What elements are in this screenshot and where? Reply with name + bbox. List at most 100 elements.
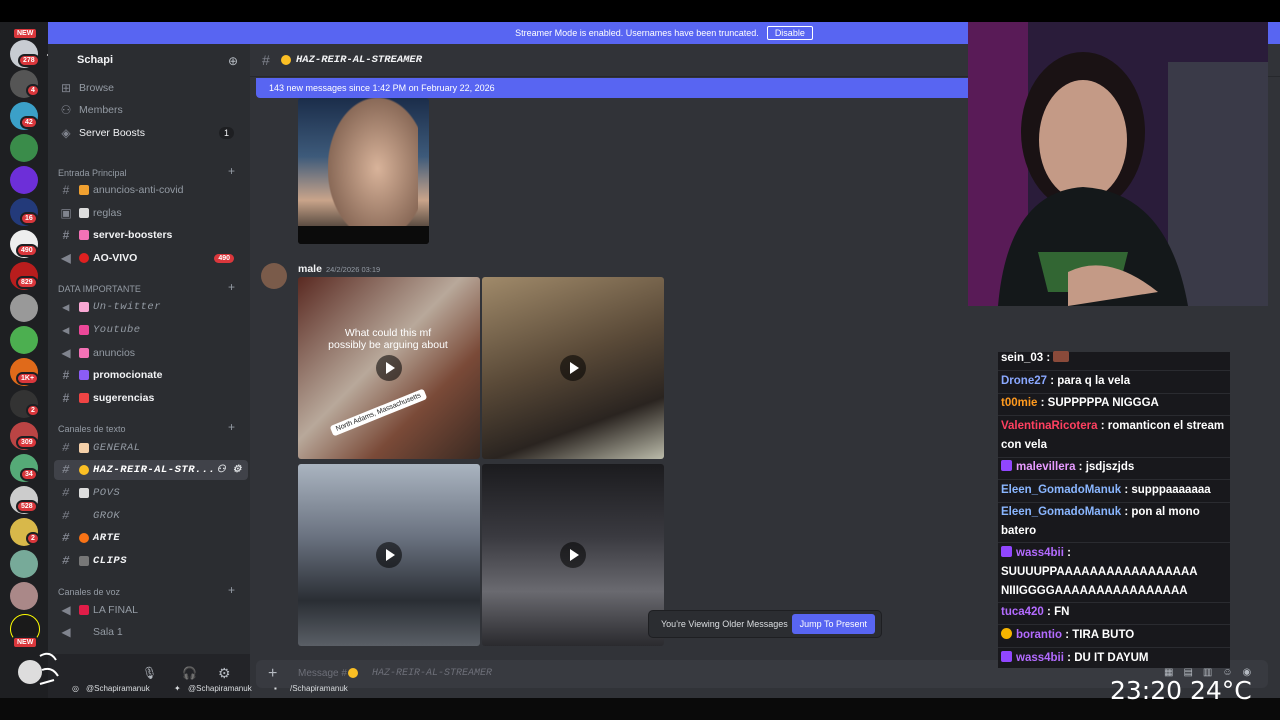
voice-channel-sala-1[interactable]: ◀ Sala 1: [48, 622, 248, 642]
add-channel-icon[interactable]: +: [228, 583, 235, 597]
channel-label: server-boosters: [93, 229, 173, 241]
add-member-icon[interactable]: ⊕: [228, 54, 238, 68]
video-attachment[interactable]: [482, 277, 664, 459]
chat-user: t00mie: [1001, 397, 1038, 409]
server-badge: 829: [16, 276, 38, 289]
server-badge: 4: [26, 84, 40, 97]
channel-arte[interactable]: # ARTE: [48, 528, 248, 548]
megaphone-icon: ◀: [61, 346, 71, 360]
message-author[interactable]: male: [298, 263, 322, 275]
channel-anuncios[interactable]: ◀ anuncios: [48, 343, 248, 363]
channel-ao-vivo[interactable]: ◀ AO-VIVO 490: [48, 248, 248, 268]
server-rail: NEW 278 4 42 16 490 829 1K+ 2 309 34 528…: [0, 22, 48, 698]
category-canales-de-voz[interactable]: Canales de voz: [58, 587, 120, 597]
chat-text: jsdjszjds: [1085, 461, 1135, 473]
channel-label: POVS: [93, 487, 121, 499]
avatar[interactable]: [261, 263, 287, 289]
server-icon[interactable]: [10, 134, 38, 162]
chat-text: para q la vela: [1057, 375, 1131, 387]
browse-label: Browse: [79, 82, 115, 94]
add-channel-icon[interactable]: +: [228, 280, 235, 294]
server-name[interactable]: Schapi: [48, 50, 248, 70]
channel-sidebar: Schapi ⊕ ⊞ Browse ⚇ Members ◈ Server Boosts…: [48, 44, 250, 654]
play-icon[interactable]: [376, 542, 402, 568]
chat-user: Drone27: [1001, 375, 1048, 387]
server-boosts-label: Server Boosts: [79, 127, 145, 139]
chat-user: ValentinaRicotera: [1001, 420, 1098, 432]
add-channel-icon[interactable]: +: [228, 420, 235, 434]
add-attachment-icon[interactable]: +: [268, 665, 277, 683]
channel-label: GROK: [93, 510, 121, 522]
server-icon[interactable]: [10, 166, 38, 194]
channel-general[interactable]: # GENERAL: [48, 438, 248, 458]
server-icon[interactable]: [10, 326, 38, 354]
chat-user: malevillera: [1016, 461, 1076, 473]
server-badge: 2: [26, 404, 40, 417]
server-badge: 278: [18, 54, 40, 67]
server-icon[interactable]: [10, 582, 38, 610]
webcam-overlay: [968, 22, 1268, 306]
channel-label: Un-twitter: [93, 301, 162, 313]
boosts-count: 1: [218, 127, 234, 139]
stream-chat-message: t00mie : SUPPPPPA NIGGGA: [1001, 397, 1159, 409]
embedded-image-face[interactable]: [298, 98, 429, 244]
add-channel-icon[interactable]: +: [228, 164, 235, 178]
channel-youtube[interactable]: ◀ Youtube: [48, 320, 248, 340]
laugh-emoji-icon: [281, 55, 291, 65]
channel-grok[interactable]: # GROK: [48, 506, 248, 526]
red-dot-icon: [79, 253, 89, 263]
microphone-icon[interactable]: 🎙: [142, 666, 157, 680]
channel-reglas[interactable]: ▣ reglas: [48, 203, 248, 223]
settings-gear-icon[interactable]: ⚙: [218, 665, 231, 682]
twitter-handle: @Schapiramanuk: [188, 684, 252, 693]
channel-server-boosters[interactable]: # server-boosters: [48, 225, 248, 245]
channel-label: HAZ-REIR-AL-STR...: [93, 464, 216, 476]
play-icon[interactable]: [560, 355, 586, 381]
channel-label: anuncios: [93, 347, 136, 359]
jump-to-present-button[interactable]: Jump To Present: [791, 614, 875, 634]
message-timestamp: 24/2/2026 03:19: [326, 265, 381, 274]
play-icon[interactable]: [376, 355, 402, 381]
members-link[interactable]: ⚇ Members: [48, 100, 248, 120]
category-entrada[interactable]: Entrada Principal: [58, 168, 127, 178]
server-badge: 528: [16, 500, 38, 513]
video-attachment[interactable]: [298, 464, 480, 646]
film-icon: [79, 556, 89, 566]
instagram-icon: ◎: [72, 684, 79, 693]
voice-channel-la-final[interactable]: ◀ LA FINAL: [48, 600, 248, 620]
browse-channels[interactable]: ⊞ Browse: [48, 78, 248, 98]
channel-label: reglas: [93, 207, 122, 219]
bottle-icon: [79, 325, 89, 335]
server-boosts-link[interactable]: ◈ Server Boosts 1: [48, 123, 248, 143]
server-icon[interactable]: [10, 550, 38, 578]
video-attachment[interactable]: [482, 464, 664, 646]
invite-and-settings-icon[interactable]: ⚇ ⚙: [217, 464, 242, 476]
chat-user: wass4bii: [1016, 547, 1064, 559]
channel-clips[interactable]: # CLIPS: [48, 551, 248, 571]
headphones-icon[interactable]: 🎧: [182, 666, 197, 680]
channel-haz-reir-al-streamer[interactable]: # HAZ-REIR-AL-STR... ⚇ ⚙: [54, 460, 248, 480]
server-icon[interactable]: [10, 294, 38, 322]
channel-povs[interactable]: # POVS: [48, 483, 248, 503]
channel-anuncios-anti-covid[interactable]: # anuncios-anti-covid: [48, 180, 248, 200]
channel-sugerencias[interactable]: # sugerencias: [48, 388, 248, 408]
streamer-logo-small: [14, 646, 62, 692]
blank-icon: [79, 511, 89, 521]
channel-un-twitter[interactable]: ◀ Un-twitter: [48, 297, 248, 317]
channel-promocionate[interactable]: # promocionate: [48, 365, 248, 385]
disable-streamer-mode-button[interactable]: Disable: [766, 26, 813, 40]
category-data-importante[interactable]: DATA IMPORTANTE: [58, 284, 141, 294]
older-messages-bar: You're Viewing Older Messages Jump To Pr…: [648, 610, 882, 638]
bell-icon: [79, 348, 89, 358]
server-badge: 490: [16, 244, 38, 257]
category-canales-de-texto[interactable]: Canales de texto: [58, 424, 126, 434]
sub-badge-icon: [1001, 651, 1012, 662]
twitter-icon: ✦: [174, 684, 181, 693]
hand-icon: [79, 443, 89, 453]
megaphone-icon: ◀: [62, 300, 70, 315]
video-attachment[interactable]: What could this mf possibly be arguing a…: [298, 277, 480, 459]
play-icon[interactable]: [560, 542, 586, 568]
server-name-label: Schapi: [77, 54, 114, 66]
chat-text: supppaaaaaaa: [1131, 484, 1211, 496]
browse-icon: ⊞: [60, 81, 72, 95]
